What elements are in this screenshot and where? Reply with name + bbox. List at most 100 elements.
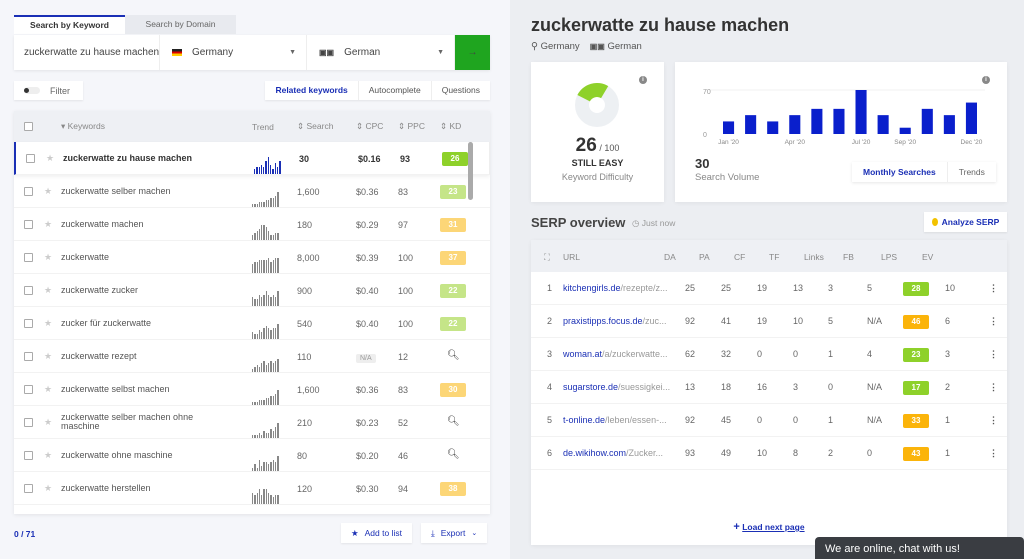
result-url[interactable]: sugarstore.de/suessigkei... (563, 382, 673, 392)
trend-bar (277, 359, 279, 372)
keyword-name[interactable]: zuckerwatte zucker (61, 286, 231, 295)
country-select[interactable]: Germany ▼ (160, 35, 307, 70)
table-row[interactable]: ★ zuckerwatte rezept 110 N/A 12 🔍︎ (14, 340, 490, 373)
search-value: 540 (297, 319, 313, 329)
row-checkbox[interactable] (24, 187, 33, 196)
star-icon[interactable]: ★ (44, 351, 52, 362)
toggle-switch[interactable] (24, 87, 40, 94)
ppc-value: 93 (400, 154, 411, 164)
info-icon[interactable]: i (639, 76, 647, 84)
keyword-name[interactable]: zuckerwatte herstellen (61, 484, 231, 493)
row-checkbox[interactable] (24, 418, 33, 427)
more-options-icon[interactable]: ⋮ (989, 448, 998, 459)
row-checkbox[interactable] (24, 286, 33, 295)
star-icon[interactable]: ★ (44, 450, 52, 461)
sort-cpc[interactable]: ⇕ CPC (356, 121, 383, 132)
trend-bar (277, 258, 279, 273)
tab-monthly-searches[interactable]: Monthly Searches (852, 162, 947, 182)
load-next-page-button[interactable]: + Load next page (531, 521, 1007, 533)
chat-widget[interactable]: We are online, chat with us! (815, 537, 1024, 559)
keyword-name[interactable]: zuckerwatte selber machen ohne maschine (61, 413, 221, 431)
table-row[interactable]: ★ zuckerwatte ohne maschine 80 $0.20 46 🔍… (14, 439, 490, 472)
table-row[interactable]: ★ zuckerwatte machen 180 $0.29 97 31 (14, 208, 490, 241)
ev-value: 6 (945, 316, 951, 326)
table-row[interactable]: ★ zuckerwatte 8,000 $0.39 100 37 (14, 241, 490, 274)
table-row[interactable]: ★ zuckerwatte zucker 900 $0.40 100 22 (14, 274, 490, 307)
sort-search[interactable]: ⇕ Search (297, 121, 333, 132)
analyze-serp-button[interactable]: Analyze SERP (924, 212, 1007, 232)
filter-toggle[interactable]: Filter (14, 81, 83, 100)
table-row[interactable]: ★ zuckerwatte selber machen ohne maschin… (14, 406, 490, 439)
cpc-value: N/A (356, 354, 376, 363)
star-icon[interactable]: ★ (46, 153, 54, 164)
star-icon[interactable]: ★ (44, 219, 52, 230)
export-button[interactable]: ⤓ Export ⌄ (421, 523, 488, 543)
da-value: 62 (685, 349, 696, 359)
star-icon[interactable]: ★ (44, 384, 52, 395)
tab-questions[interactable]: Questions (430, 81, 490, 100)
scrollbar[interactable] (468, 142, 473, 200)
keyword-name[interactable]: zuckerwatte selber machen (61, 187, 231, 196)
trend-bar (268, 295, 270, 306)
keyword-name[interactable]: zuckerwatte (61, 253, 231, 262)
table-row[interactable]: ★ zuckerwatte selber machen 1,600 $0.36 … (14, 175, 490, 208)
result-url[interactable]: t-online.de/leben/essen-... (563, 415, 673, 425)
star-icon[interactable]: ★ (44, 252, 52, 263)
star-icon[interactable]: ★ (44, 285, 52, 296)
row-checkbox[interactable] (24, 352, 33, 361)
sort-ppc[interactable]: ⇕ PPC (398, 121, 425, 132)
result-url[interactable]: kitchengirls.de/rezepte/z... (563, 283, 673, 293)
row-checkbox[interactable] (24, 385, 33, 394)
row-checkbox[interactable] (24, 451, 33, 460)
expand-icon[interactable]: ⛶ (544, 252, 550, 263)
sort-kd[interactable]: ⇕ KD (440, 121, 461, 132)
row-checkbox[interactable] (24, 484, 33, 493)
more-options-icon[interactable]: ⋮ (989, 283, 998, 294)
table-row[interactable]: ★ zuckerwatte selbst machen 1,600 $0.36 … (14, 373, 490, 406)
keyword-name[interactable]: zuckerwatte machen (61, 220, 231, 229)
search-icon[interactable]: 🔍︎ (447, 416, 460, 427)
star-icon[interactable]: ★ (44, 483, 52, 494)
keyword-name[interactable]: zuckerwatte selbst machen (61, 385, 231, 394)
star-icon[interactable]: ★ (44, 318, 52, 329)
table-row[interactable]: ★ zuckerwatte herstellen 120 $0.30 94 38 (14, 472, 490, 505)
result-url[interactable]: woman.at/a/zuckerwatte... (563, 349, 673, 359)
trend-bar (277, 291, 279, 306)
star-icon[interactable]: ★ (44, 417, 52, 428)
select-all-checkbox[interactable] (24, 122, 33, 131)
search-icon[interactable]: 🔍︎ (447, 350, 460, 361)
trend-sparkline (252, 257, 282, 273)
tab-autocomplete[interactable]: Autocomplete (357, 81, 431, 100)
keyword-name[interactable]: zucker für zuckerwatte (61, 319, 231, 328)
more-options-icon[interactable]: ⋮ (989, 415, 998, 426)
tab-related-keywords[interactable]: Related keywords (265, 81, 357, 100)
table-row[interactable]: ★ zucker für zuckerwatte 540 $0.40 100 22 (14, 307, 490, 340)
keyword-name[interactable]: zuckerwatte rezept (61, 352, 231, 361)
trend-bar (252, 297, 254, 306)
star-icon[interactable]: ★ (44, 186, 52, 197)
more-options-icon[interactable]: ⋮ (989, 349, 998, 360)
keyword-name[interactable]: zuckerwatte ohne maschine (61, 451, 231, 460)
keyword-input[interactable]: zuckerwatte zu hause machen (14, 35, 160, 70)
result-url[interactable]: de.wikihow.com/Zucker... (563, 448, 673, 458)
row-checkbox[interactable] (24, 253, 33, 262)
links-value: 3 (828, 283, 834, 293)
row-checkbox[interactable] (24, 220, 33, 229)
search-submit-button[interactable]: → (455, 35, 490, 70)
sort-keywords[interactable]: ▾ Keywords (61, 121, 105, 132)
language-select[interactable]: ▣▣ German ▼ (307, 35, 455, 70)
trend-bar (265, 365, 268, 372)
more-options-icon[interactable]: ⋮ (989, 382, 998, 393)
tab-trends[interactable]: Trends (946, 162, 996, 182)
trend-bar (277, 495, 279, 504)
tab-search-by-keyword[interactable]: Search by Keyword (14, 15, 125, 34)
more-options-icon[interactable]: ⋮ (989, 316, 998, 327)
row-checkbox[interactable] (24, 319, 33, 328)
add-to-list-button[interactable]: ★ Add to list (341, 523, 412, 543)
search-icon[interactable]: 🔍︎ (447, 449, 460, 460)
row-checkbox[interactable] (26, 154, 35, 163)
table-row[interactable]: ★ zuckerwatte zu hause machen 30 $0.16 9… (14, 142, 490, 175)
tab-search-by-domain[interactable]: Search by Domain (125, 15, 236, 34)
keyword-name[interactable]: zuckerwatte zu hause machen (63, 154, 233, 163)
result-url[interactable]: praxistipps.focus.de/zuc... (563, 316, 673, 326)
